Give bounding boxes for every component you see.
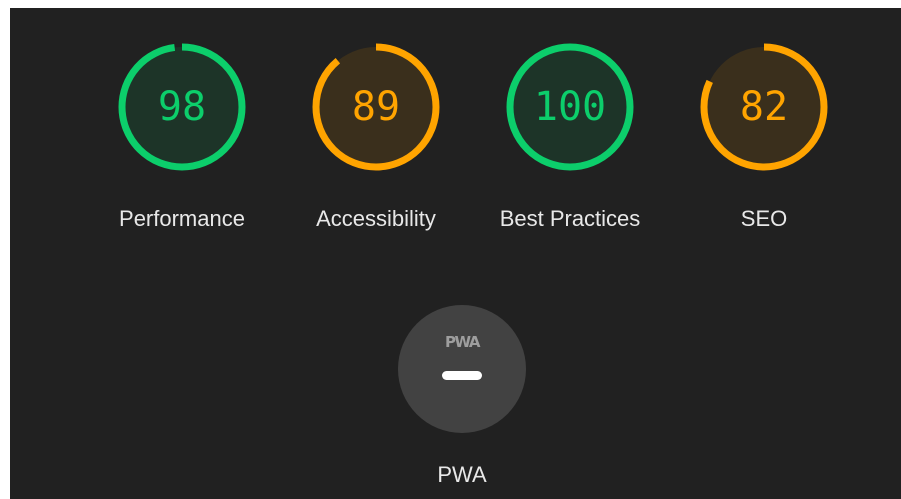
gauge-label: Accessibility [316, 206, 436, 231]
gauge-score: 100 [533, 84, 607, 130]
gauge-pwa-link[interactable]: PWA PWA [377, 305, 547, 495]
gauge-pwa: PWA PWA [377, 305, 547, 495]
gauge-ring: 89 [312, 43, 440, 171]
gauge-score: 89 [351, 84, 401, 130]
dash-icon [442, 371, 482, 380]
gauge-seo: 82 SEO [679, 43, 849, 239]
gauge-accessibility: 89 Accessibility [291, 43, 461, 239]
gauge-label: Performance [119, 206, 245, 231]
gauge-score: 98 [157, 84, 207, 130]
gauge-score: 82 [739, 84, 789, 130]
gauge-best-practices: 100 Best Practices [485, 43, 655, 239]
gauge-performance-link[interactable]: 98 Performance [97, 43, 267, 239]
gauge-accessibility-link[interactable]: 89 Accessibility [291, 43, 461, 239]
pwa-badge-icon: PWA [398, 305, 526, 433]
gauge-performance: 98 Performance [97, 43, 267, 239]
gauge-label: SEO [740, 206, 788, 231]
gauge-seo-link[interactable]: 82 SEO [679, 43, 849, 239]
gauge-ring: 98 [118, 43, 246, 171]
gauge-label: Best Practices [499, 206, 641, 231]
gauge-ring: 100 [506, 43, 634, 171]
gauge-best-practices-link[interactable]: 100 Best Practices [485, 43, 655, 239]
gauge-label: PWA [437, 462, 487, 487]
gauge-ring: 82 [700, 43, 828, 171]
lighthouse-scores-panel: 98 Performance 89 Accessibility 100 Best… [10, 8, 901, 499]
pwa-badge-text: PWA [445, 333, 480, 351]
